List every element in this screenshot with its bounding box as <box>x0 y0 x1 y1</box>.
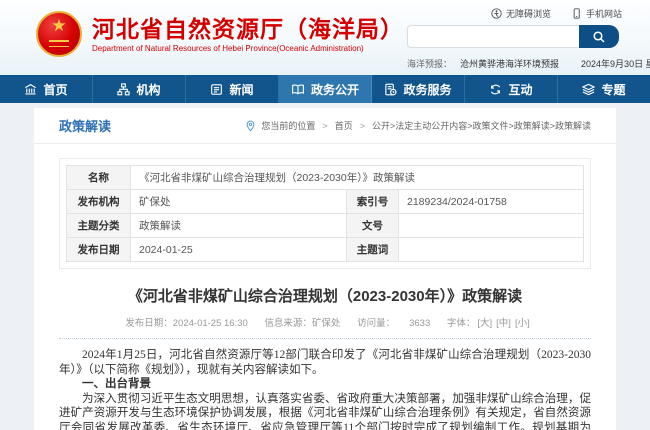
font-size-medium-button[interactable]: [中] <box>496 318 511 329</box>
article-paragraph: 为深入贯彻习近平生态文明思想，认真落实省委、省政府重大决策部署，加强非煤矿山综合… <box>59 392 591 430</box>
wheelchair-icon <box>491 8 502 19</box>
field-value-publish-date: 2024-01-25 <box>131 238 347 262</box>
forecast-link[interactable]: 沧州黄骅港海洋环境预报 <box>460 57 559 70</box>
site-title: 河北省自然资源厅（海洋局） <box>92 16 404 42</box>
national-emblem-icon: ★ <box>36 11 82 57</box>
news-icon <box>210 83 223 96</box>
field-value-issuing-org: 矿保处 <box>131 190 347 214</box>
site-subtitle: Department of Natural Resources of Hebei… <box>92 44 404 53</box>
breadcrumb-bar: 政策解读 您当前的位置 > 首页 > 公开>法定主动公开内容>政策文件>政策解读… <box>34 108 616 144</box>
table-row: 发布机构 矿保处 索引号 2189234/2024-01758 <box>67 190 584 214</box>
font-size-small-button[interactable]: [小] <box>515 318 530 329</box>
accessibility-link[interactable]: 无障碍浏览 <box>491 7 551 20</box>
content-card: 政策解读 您当前的位置 > 首页 > 公开>法定主动公开内容>政策文件>政策解读… <box>34 108 616 430</box>
interact-icon <box>489 83 502 96</box>
field-label-keywords: 主题词 <box>347 238 399 262</box>
meta-divider <box>59 338 591 339</box>
home-icon <box>24 83 37 96</box>
nav-item-home[interactable]: 首页 <box>0 75 93 103</box>
nav-label: 政务公开 <box>311 81 359 98</box>
field-value-topic-category: 政策解读 <box>131 214 347 238</box>
search-input[interactable] <box>407 25 579 48</box>
nav-item-interact[interactable]: 互动 <box>465 75 558 103</box>
nav-item-topics[interactable]: 专题 <box>558 75 650 103</box>
article-body: 2024年1月25日，河北省自然资源厅等12部门联合印发了《河北省非煤矿山综合治… <box>59 348 591 430</box>
document-info-table: 名称 《河北省非煤矿山综合治理规划（2023-2030年）》政策解读 发布机构 … <box>59 158 591 269</box>
location-pin-icon <box>245 120 256 132</box>
field-value-name: 《河北省非煤矿山综合治理规划（2023-2030年）》政策解读 <box>131 166 584 190</box>
table-row: 名称 《河北省非煤矿山综合治理规划（2023-2030年）》政策解读 <box>67 166 584 190</box>
table-row: 主题分类 政策解读 文号 <box>67 214 584 238</box>
nav-item-gov-services[interactable]: 政务服务 <box>372 75 465 103</box>
nav-item-org[interactable]: 机构 <box>93 75 186 103</box>
field-value-index-no: 2189234/2024-01758 <box>399 190 584 214</box>
article-section-heading: 一、出台背景 <box>59 377 591 392</box>
field-value-keywords <box>399 238 584 262</box>
article-title: 《河北省非煤矿山综合治理规划（2023-2030年）》政策解读 <box>59 285 591 306</box>
table-row: 发布日期 2024-01-25 主题词 <box>67 238 584 262</box>
nav-label: 新闻 <box>229 81 253 98</box>
nav-label: 政务服务 <box>403 81 451 98</box>
mobile-site-link[interactable]: 手机网站 <box>571 7 622 20</box>
nav-item-news[interactable]: 新闻 <box>186 75 279 103</box>
field-label-issuing-org: 发布机构 <box>67 190 131 214</box>
nav-item-gov-disclosure[interactable]: 政务公开 <box>279 75 372 103</box>
field-label-name: 名称 <box>67 166 131 190</box>
visit-count-label: 访问量： <box>357 318 395 329</box>
layers-icon <box>582 83 595 96</box>
site-logo[interactable]: ★ 河北省自然资源厅（海洋局） Department of Natural Re… <box>36 11 404 57</box>
phone-icon <box>571 8 582 19</box>
open-book-icon <box>291 83 305 96</box>
breadcrumb-home-link[interactable]: 首页 <box>335 119 353 132</box>
org-icon <box>117 83 130 96</box>
site-search <box>407 25 619 48</box>
site-header: ★ 河北省自然资源厅（海洋局） Department of Natural Re… <box>0 0 650 75</box>
field-label-topic-category: 主题分类 <box>67 214 131 238</box>
nav-label: 专题 <box>601 81 625 98</box>
current-date: 2024年9月30日 星期一 <box>581 57 650 70</box>
section-title: 政策解读 <box>59 116 111 135</box>
font-size-large-button[interactable]: [大] <box>477 318 492 329</box>
font-size-label: 字体： <box>447 318 476 329</box>
publish-datetime: 发布日期：2024-01-25 16:30 <box>125 318 248 329</box>
field-label-publish-date: 发布日期 <box>67 238 131 262</box>
field-value-doc-no <box>399 214 584 238</box>
field-label-index-no: 索引号 <box>347 190 399 214</box>
nav-label: 互动 <box>508 81 532 98</box>
forecast-label: 海洋预报： <box>407 57 452 70</box>
visit-count-value: 3633 <box>409 318 430 329</box>
search-icon <box>592 30 606 44</box>
main-nav: 首页 机构 新闻 政务公开 政务服务 互动 专题 <box>0 75 650 103</box>
article-meta: 发布日期：2024-01-25 16:30 信息来源：矿保处 访问量：3633 … <box>59 315 591 329</box>
breadcrumb-location-label: 您当前的位置 <box>261 119 315 132</box>
info-source: 信息来源：矿保处 <box>264 318 340 329</box>
service-doc-icon <box>384 83 397 96</box>
breadcrumb: 您当前的位置 > 首页 > 公开>法定主动公开内容>政策文件>政策解读>政策解读 <box>245 119 591 132</box>
breadcrumb-path[interactable]: 公开>法定主动公开内容>政策文件>政策解读>政策解读 <box>372 119 591 132</box>
nav-label: 首页 <box>43 81 67 98</box>
field-label-doc-no: 文号 <box>347 214 399 238</box>
nav-label: 机构 <box>136 81 160 98</box>
article-paragraph: 2024年1月25日，河北省自然资源厅等12部门联合印发了《河北省非煤矿山综合治… <box>59 348 591 377</box>
search-button[interactable] <box>579 25 619 48</box>
